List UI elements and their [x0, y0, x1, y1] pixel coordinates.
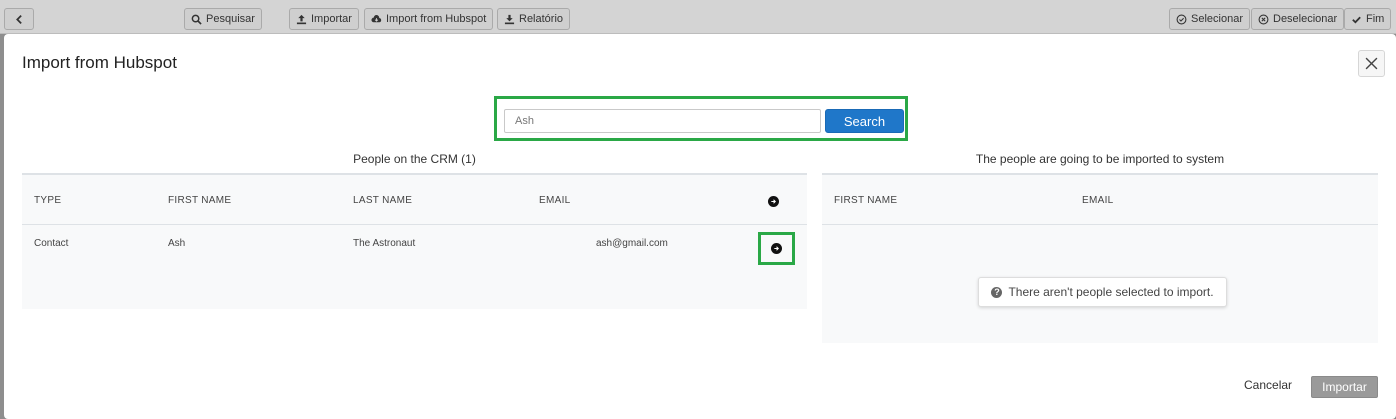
back-button[interactable]: [4, 8, 34, 30]
end-toolbar-label: Fim: [1366, 13, 1385, 25]
column-header-type: TYPE: [34, 195, 62, 206]
upload-icon: [296, 14, 307, 24]
question-circle-icon: ?: [991, 286, 1003, 298]
crm-people-title: People on the CRM (1): [353, 152, 476, 166]
column-header-email: EMAIL: [1082, 195, 1114, 206]
x-circle-icon: [1258, 14, 1269, 24]
import-hubspot-toolbar-button[interactable]: Import from Hubspot: [364, 8, 494, 30]
arrow-right-circle-icon: [771, 243, 782, 254]
cell-last-name: The Astronaut: [353, 238, 416, 249]
modal-title: Import from Hubspot: [22, 53, 177, 72]
column-header-first-name: FIRST NAME: [834, 195, 898, 206]
import-toolbar-button[interactable]: Importar: [289, 8, 359, 30]
select-toolbar-label: Selecionar: [1191, 13, 1243, 25]
import-list-title: The people are going to be imported to s…: [975, 152, 1225, 166]
search-toolbar-button[interactable]: Pesquisar: [184, 8, 262, 30]
cell-first-name: Ash: [168, 238, 186, 249]
add-all-arrow-icon[interactable]: [768, 196, 779, 207]
download-icon: [504, 14, 515, 24]
column-header-first-name: FIRST NAME: [168, 195, 232, 206]
import-modal: Import from Hubspot Search People on the…: [4, 34, 1396, 419]
table-row: Contact Ash The Astronaut ash@gmail.com: [22, 226, 807, 266]
cloud-download-icon: [371, 14, 382, 22]
search-button[interactable]: Search: [825, 109, 904, 133]
add-row-button[interactable]: [758, 232, 795, 265]
report-toolbar-label: Relatório: [519, 13, 564, 25]
close-button[interactable]: [1358, 50, 1385, 77]
empty-import-message: ? There aren't people selected to import…: [978, 277, 1227, 307]
search-toolbar-label: Pesquisar: [206, 13, 255, 25]
cell-type: Contact: [34, 238, 69, 249]
import-list-table: FIRST NAME EMAIL ? There aren't people s…: [822, 173, 1378, 343]
table-header: TYPE FIRST NAME LAST NAME EMAIL: [22, 173, 807, 225]
cell-email: ash@gmail.com: [596, 238, 668, 249]
chevron-left-icon: [15, 14, 22, 24]
import-button[interactable]: Importar: [1311, 376, 1378, 398]
cancel-button[interactable]: Cancelar: [1244, 378, 1292, 392]
end-toolbar-button[interactable]: Fim: [1344, 8, 1392, 30]
search-area: Search: [494, 96, 908, 141]
empty-import-text: There aren't people selected to import.: [1008, 285, 1214, 299]
column-header-last-name: LAST NAME: [353, 195, 413, 206]
table-header: FIRST NAME EMAIL: [822, 173, 1378, 225]
check-icon: [1352, 16, 1361, 24]
select-toolbar-button[interactable]: Selecionar: [1169, 8, 1250, 30]
check-circle-icon: [1176, 14, 1187, 24]
deselect-toolbar-button[interactable]: Deselecionar: [1251, 8, 1345, 30]
import-hubspot-toolbar-label: Import from Hubspot: [386, 13, 487, 25]
close-icon: [1365, 57, 1378, 70]
deselect-toolbar-label: Deselecionar: [1273, 13, 1338, 25]
search-input[interactable]: [504, 109, 821, 133]
report-toolbar-button[interactable]: Relatório: [497, 8, 571, 30]
import-toolbar-label: Importar: [311, 13, 352, 25]
background-toolbar: Pesquisar Importar Import from Hubspot R…: [0, 0, 1396, 34]
search-icon: [191, 14, 202, 25]
column-header-email: EMAIL: [539, 195, 571, 206]
crm-people-table: TYPE FIRST NAME LAST NAME EMAIL Contact …: [22, 173, 807, 309]
